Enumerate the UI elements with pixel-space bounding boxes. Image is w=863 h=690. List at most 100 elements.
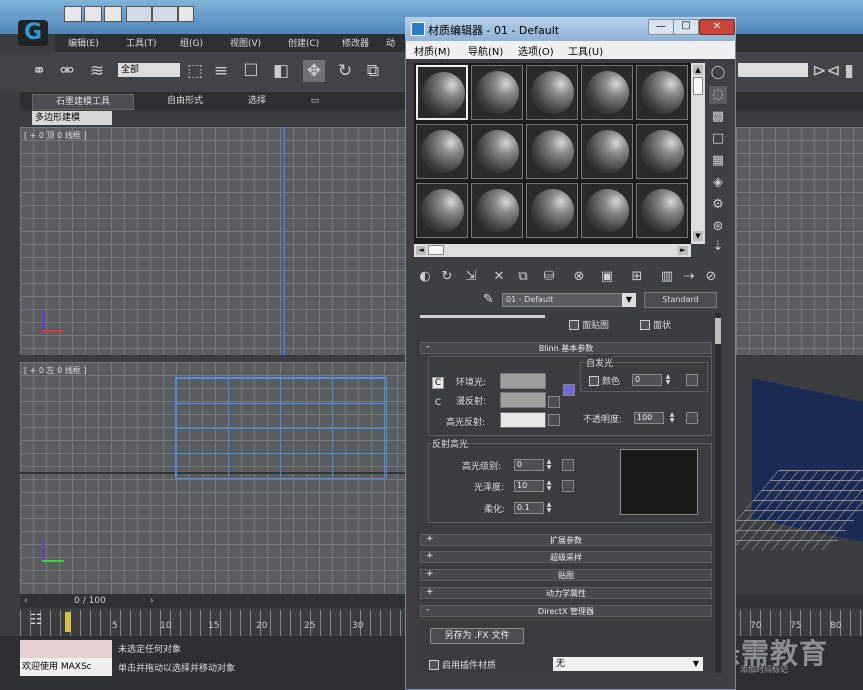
sample-type-icon[interactable]: ◯: [709, 64, 727, 82]
lock-ambient-diffuse-button[interactable]: C: [432, 377, 444, 389]
ribbon-toggle-button[interactable]: ▭: [300, 94, 330, 108]
material-slot[interactable]: [526, 183, 578, 238]
ambient-color-swatch[interactable]: [500, 373, 546, 389]
self-illum-map-button[interactable]: [686, 374, 698, 386]
rollout-expand-icon[interactable]: +: [426, 534, 434, 544]
mirror-icon[interactable]: ⊳⊲: [812, 60, 841, 82]
rollout-extended-parameters[interactable]: 扩展参数: [420, 534, 712, 546]
material-slot[interactable]: [416, 183, 468, 238]
ribbon-tab-graphite[interactable]: 石墨建模工具: [32, 94, 134, 110]
viewport-left-plane-object[interactable]: [175, 377, 387, 479]
max-menu-tools[interactable]: 工具(T): [126, 36, 157, 49]
make-unique-icon[interactable]: ⧉: [514, 268, 532, 286]
material-slot[interactable]: [636, 183, 688, 238]
material-slot[interactable]: [636, 124, 688, 179]
slots-vertical-scrollbar[interactable]: ▲ ▼: [691, 63, 705, 244]
max-menu-modifiers[interactable]: 修改器: [342, 36, 369, 49]
mini-curve-editor-icon[interactable]: ☷: [30, 612, 48, 628]
self-illum-color-checkbox[interactable]: [589, 376, 599, 386]
slots-horizontal-scrollbar[interactable]: ◄ ►: [414, 244, 691, 257]
glossiness-spinner-icon[interactable]: ▲ ▼: [545, 480, 553, 492]
max-menu-views[interactable]: 视图(V): [230, 36, 261, 49]
select-link-icon[interactable]: ⚭: [28, 60, 50, 82]
menu-utilities[interactable]: 工具(U): [568, 43, 603, 58]
unlink-icon[interactable]: ⚮: [56, 60, 78, 82]
select-by-material-icon[interactable]: ⊛: [709, 218, 727, 236]
material-id-channel-icon[interactable]: ⊗: [570, 268, 588, 286]
self-illum-value-field[interactable]: 0: [632, 374, 662, 386]
parameters-scrollbar[interactable]: [715, 313, 721, 673]
align-icon[interactable]: ▮: [838, 60, 860, 82]
named-selection-dropdown[interactable]: [738, 63, 808, 77]
material-slot[interactable]: [581, 183, 633, 238]
rollout-blinn-basic[interactable]: Blinn 基本参数: [420, 342, 712, 354]
material-slot[interactable]: [416, 124, 468, 179]
select-move-icon[interactable]: ✥: [303, 60, 325, 82]
viewport-left-label[interactable]: [ + 0 左 0 线框 ]: [24, 365, 86, 376]
quick-access-dropdown-icon[interactable]: [178, 6, 194, 22]
scroll-up-icon[interactable]: ▲: [693, 65, 703, 75]
enable-plugin-material-checkbox[interactable]: [429, 660, 439, 670]
rollout-supersampling[interactable]: 超级采样: [420, 551, 712, 563]
lock-diffuse-specular-button[interactable]: C: [432, 398, 444, 410]
opacity-spinner-icon[interactable]: ▲ ▼: [668, 412, 676, 424]
max-menu-animation[interactable]: 动: [386, 36, 395, 49]
undo-icon[interactable]: [126, 6, 152, 22]
save-file-icon[interactable]: [104, 6, 122, 22]
time-slider-label[interactable]: 0 / 100: [60, 596, 120, 606]
select-scale-icon[interactable]: ⧉: [362, 60, 384, 82]
specular-level-map-button[interactable]: [562, 459, 574, 471]
new-file-icon[interactable]: [64, 6, 82, 22]
diffuse-color-swatch[interactable]: [500, 392, 546, 408]
specular-level-spinner-icon[interactable]: ▲ ▼: [545, 459, 553, 471]
rollout-directx-manager[interactable]: DirectX 管理器: [420, 605, 712, 617]
video-color-check-icon[interactable]: ▦: [709, 152, 727, 170]
rollout-collapse-icon[interactable]: -: [426, 605, 429, 615]
scroll-thumb[interactable]: [693, 77, 703, 95]
reset-map-icon[interactable]: ✕: [490, 268, 508, 286]
options-icon[interactable]: ⚙: [709, 196, 727, 214]
rollout-maps[interactable]: 贴图: [420, 569, 712, 581]
specular-level-field[interactable]: 0: [514, 459, 544, 471]
go-to-parent-icon[interactable]: ▥: [658, 268, 676, 286]
redo-icon[interactable]: [152, 6, 178, 22]
select-rotate-icon[interactable]: ↻: [334, 60, 356, 82]
add-time-tag-label[interactable]: 添加时间标记: [740, 664, 788, 675]
material-name-dropdown-icon[interactable]: ▼: [622, 293, 636, 307]
pick-material-icon[interactable]: ⊘: [702, 268, 720, 286]
soften-field[interactable]: 0.1: [514, 502, 544, 514]
time-next-icon[interactable]: ›: [150, 596, 154, 606]
select-object-icon[interactable]: ⬚: [184, 60, 206, 82]
select-by-name-icon[interactable]: ≡: [210, 60, 232, 82]
material-slot[interactable]: [416, 65, 468, 120]
assign-to-selection-icon[interactable]: ⇲: [462, 268, 480, 286]
show-map-in-viewport-icon[interactable]: ▣: [598, 268, 616, 286]
material-slot[interactable]: [526, 65, 578, 120]
viewport-top[interactable]: [20, 127, 408, 355]
rollout-collapse-icon[interactable]: -: [426, 342, 429, 352]
put-to-scene-icon[interactable]: ↻: [438, 268, 456, 286]
rollout-expand-icon[interactable]: +: [426, 551, 434, 561]
material-slot[interactable]: [526, 124, 578, 179]
rollout-expand-icon[interactable]: +: [426, 587, 434, 597]
max-menu-edit[interactable]: 编辑(E): [68, 36, 99, 49]
material-slot[interactable]: [581, 124, 633, 179]
parameters-scroll-thumb[interactable]: [715, 318, 721, 344]
maxscript-listener-output[interactable]: [20, 640, 112, 658]
material-slot[interactable]: [471, 124, 523, 179]
rollout-dynamics-properties[interactable]: 动力学属性: [420, 587, 712, 599]
go-forward-sibling-icon[interactable]: ⇢: [680, 268, 698, 286]
window-crossing-icon[interactable]: ◧: [270, 60, 292, 82]
scroll-left-icon[interactable]: ◄: [416, 246, 426, 255]
open-file-icon[interactable]: [84, 6, 102, 22]
ribbon-tab-selection[interactable]: 选择: [232, 94, 282, 108]
viewport-top-label[interactable]: [ + 0 顶 0 线框 ]: [24, 130, 86, 141]
opacity-map-button[interactable]: [686, 412, 698, 424]
max-logo[interactable]: G: [18, 20, 48, 46]
viewport-front[interactable]: [736, 127, 863, 355]
selection-filter-dropdown[interactable]: 全部: [118, 63, 180, 77]
faceted-checkbox[interactable]: [640, 320, 650, 330]
make-preview-icon[interactable]: ◈: [709, 174, 727, 192]
menu-options[interactable]: 选项(O): [518, 43, 554, 58]
scroll-down-icon[interactable]: ▼: [693, 231, 703, 241]
